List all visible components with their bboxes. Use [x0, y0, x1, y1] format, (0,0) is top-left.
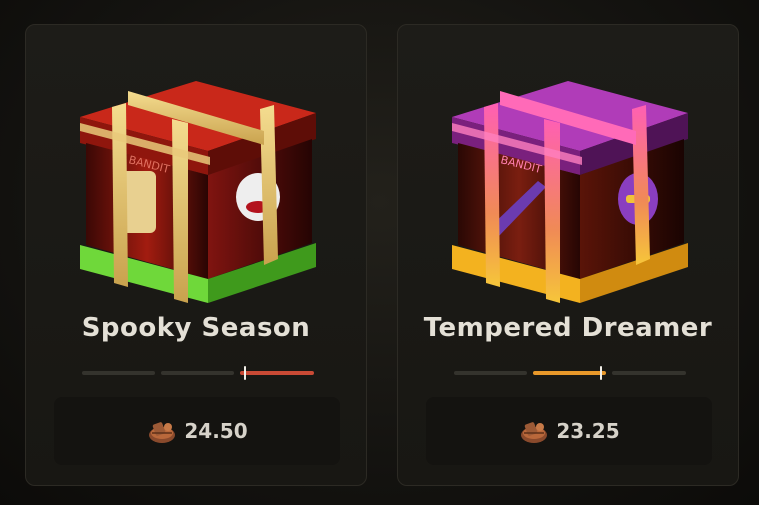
scrap-coin-icon [149, 422, 176, 443]
price-value: 23.25 [556, 419, 620, 443]
case-title: Spooky Season [81, 313, 311, 343]
price-box[interactable]: 23.25 [426, 397, 712, 465]
price-value: 24.50 [184, 419, 248, 443]
price-box[interactable]: 24.50 [54, 397, 340, 465]
crate-icon: BANDIT [80, 81, 316, 303]
scrap-coin-icon [521, 422, 548, 443]
rarity-bar [454, 366, 686, 380]
case-title: Tempered Dreamer [423, 313, 713, 343]
case-card-tempered-dreamer[interactable]: BANDIT Tempered Dreamer 23.25 [397, 24, 739, 486]
crate-icon: BANDIT [452, 81, 688, 303]
case-card-spooky-season[interactable]: BANDIT Spooky Season 24.50 [25, 24, 367, 486]
rarity-bar [82, 366, 314, 380]
rarity-marker [600, 366, 602, 380]
rarity-marker [244, 366, 246, 380]
